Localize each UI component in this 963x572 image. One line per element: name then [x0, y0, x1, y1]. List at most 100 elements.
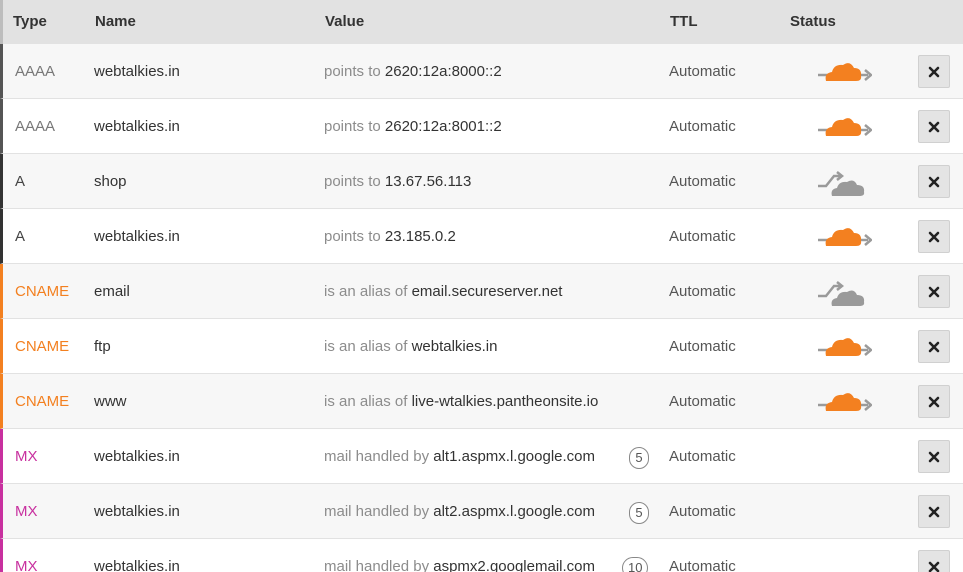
close-x-icon [928, 286, 940, 297]
delete-record-button[interactable] [918, 550, 950, 572]
value-prefix: points to [324, 173, 381, 190]
record-name[interactable]: webtalkies.in [94, 503, 180, 520]
value-target: alt2.aspmx.l.google.com [433, 503, 595, 520]
table-row[interactable]: MX webtalkies.in mail handled by aspmx2.go… [0, 539, 963, 572]
delete-record-button[interactable] [918, 165, 950, 198]
delete-record-button[interactable] [918, 330, 950, 363]
record-ttl[interactable]: Automatic [669, 393, 736, 410]
delete-record-button[interactable] [918, 220, 950, 253]
close-x-icon [928, 451, 940, 462]
close-x-icon [928, 231, 940, 242]
delete-record-button[interactable] [918, 275, 950, 308]
dns-only-cloud-icon[interactable] [816, 276, 872, 308]
value-target: 13.67.56.113 [384, 173, 472, 190]
record-ttl[interactable]: Automatic [669, 228, 736, 245]
record-ttl[interactable]: Automatic [669, 338, 736, 355]
close-x-icon [928, 121, 940, 132]
record-type[interactable]: MX [15, 503, 38, 520]
record-name[interactable]: webtalkies.in [94, 63, 180, 80]
record-value[interactable]: mail handled by alt1.aspmx.l.google.com [324, 448, 595, 465]
delete-record-button[interactable] [918, 55, 950, 88]
value-target: 2620:12a:8001::2 [384, 118, 502, 135]
value-prefix: points to [324, 118, 381, 135]
value-prefix: mail handled by [324, 448, 430, 465]
table-row[interactable]: MX webtalkies.in mail handled by alt1.aspm… [0, 429, 963, 484]
record-name[interactable]: www [94, 393, 127, 410]
record-type[interactable]: CNAME [15, 283, 69, 300]
record-ttl[interactable]: Automatic [669, 118, 736, 135]
record-value[interactable]: points to 2620:12a:8001::2 [324, 118, 502, 135]
record-value[interactable]: mail handled by alt2.aspmx.l.google.com [324, 503, 595, 520]
delete-record-button[interactable] [918, 110, 950, 143]
record-ttl[interactable]: Automatic [669, 283, 736, 300]
table-row[interactable]: MX webtalkies.in mail handled by alt2.aspm… [0, 484, 963, 539]
record-name[interactable]: webtalkies.in [94, 118, 180, 135]
table-row[interactable]: AAAA webtalkies.in points to 2620:12a:8001… [0, 99, 963, 154]
mx-priority-badge: 10 [622, 557, 649, 572]
record-value[interactable]: is an alias of webtalkies.in [324, 338, 497, 355]
record-type[interactable]: A [15, 228, 25, 245]
record-ttl[interactable]: Automatic [669, 63, 736, 80]
record-value[interactable]: points to 23.185.0.2 [324, 228, 456, 245]
proxied-cloud-icon[interactable] [816, 221, 872, 253]
table-row[interactable]: CNAME email is an alias of email.secureser… [0, 264, 963, 319]
mx-priority-badge: 5 [629, 502, 649, 524]
record-name[interactable]: webtalkies.in [94, 228, 180, 245]
record-ttl[interactable]: Automatic [669, 558, 736, 572]
column-header-status[interactable]: Status [790, 13, 836, 30]
record-type[interactable]: CNAME [15, 338, 69, 355]
record-value[interactable]: points to 2620:12a:8000::2 [324, 63, 502, 80]
value-target: webtalkies.in [411, 338, 498, 355]
delete-record-button[interactable] [918, 495, 950, 528]
close-x-icon [928, 561, 940, 572]
value-prefix: points to [324, 228, 381, 245]
record-type[interactable]: MX [15, 448, 38, 465]
record-ttl[interactable]: Automatic [669, 448, 736, 465]
value-target: alt1.aspmx.l.google.com [433, 448, 595, 465]
value-prefix: mail handled by [324, 503, 430, 520]
record-type[interactable]: A [15, 173, 25, 190]
close-x-icon [928, 506, 940, 517]
record-value[interactable]: is an alias of live-wtalkies.pantheonsit… [324, 393, 598, 410]
record-type[interactable]: MX [15, 558, 38, 572]
proxied-cloud-icon[interactable] [816, 111, 872, 143]
delete-record-button[interactable] [918, 385, 950, 418]
value-prefix: is an alias of [324, 338, 408, 355]
record-name[interactable]: webtalkies.in [94, 558, 180, 572]
dns-records-table: Type Name Value TTL Status AAAA webtalkie… [0, 0, 963, 572]
delete-record-button[interactable] [918, 440, 950, 473]
mx-priority-badge: 5 [629, 447, 649, 469]
proxied-cloud-icon[interactable] [816, 386, 872, 418]
record-ttl[interactable]: Automatic [669, 503, 736, 520]
value-target: aspmx2.googlemail.com [433, 558, 595, 572]
record-name[interactable]: ftp [94, 338, 111, 355]
value-prefix: points to [324, 63, 381, 80]
record-value[interactable]: is an alias of email.secureserver.net [324, 283, 562, 300]
column-header-value[interactable]: Value [325, 13, 364, 30]
table-row[interactable]: Ashop points to 13.67.56.113 Automatic [0, 154, 963, 209]
value-prefix: is an alias of [324, 283, 408, 300]
column-header-type[interactable]: Type [13, 13, 47, 30]
record-type[interactable]: AAAA [15, 63, 55, 80]
value-target: live-wtalkies.pantheonsite.io [411, 393, 599, 410]
record-name[interactable]: webtalkies.in [94, 448, 180, 465]
table-row[interactable]: AAAA webtalkies.in points to 2620:12a:8000… [0, 44, 963, 99]
record-value[interactable]: mail handled by aspmx2.googlemail.com [324, 558, 595, 572]
proxied-cloud-icon[interactable] [816, 331, 872, 363]
value-prefix: mail handled by [324, 558, 430, 572]
record-name[interactable]: shop [94, 173, 127, 190]
value-target: 2620:12a:8000::2 [384, 63, 502, 80]
dns-only-cloud-icon[interactable] [816, 166, 872, 198]
record-type[interactable]: AAAA [15, 118, 55, 135]
table-row[interactable]: CNAME ftp is an alias of webtalkies.in Auto… [0, 319, 963, 374]
table-row[interactable]: Awebtalkies.in points to 23.185.0.2 Automa… [0, 209, 963, 264]
column-header-ttl[interactable]: TTL [670, 13, 698, 30]
proxied-cloud-icon[interactable] [816, 56, 872, 88]
column-header-name[interactable]: Name [95, 13, 136, 30]
record-value[interactable]: points to 13.67.56.113 [324, 173, 471, 190]
record-type[interactable]: CNAME [15, 393, 69, 410]
record-ttl[interactable]: Automatic [669, 173, 736, 190]
record-name[interactable]: email [94, 283, 130, 300]
value-prefix: is an alias of [324, 393, 408, 410]
table-row[interactable]: CNAME www is an alias of live-wtalkies.pan… [0, 374, 963, 429]
